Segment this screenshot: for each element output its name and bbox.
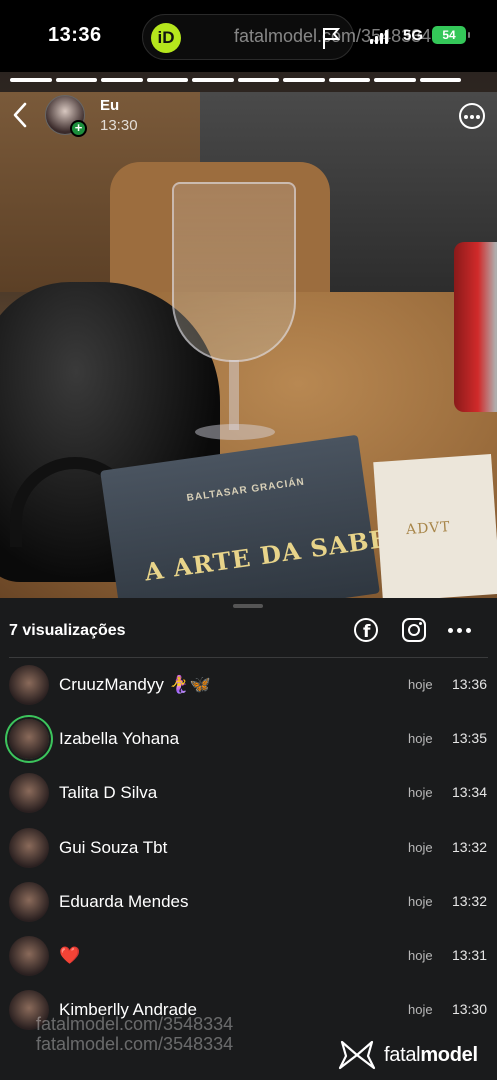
watermark-logo: fatalmodel bbox=[338, 1040, 478, 1070]
add-story-icon[interactable]: + bbox=[70, 120, 87, 137]
viewer-day: hoje bbox=[408, 839, 433, 855]
viewers-sheet: 7 visualizações f CruuzMandyy 🧜‍♀️🦋 hoje 1… bbox=[0, 598, 497, 1080]
viewer-avatar[interactable] bbox=[9, 719, 49, 760]
progress-segment bbox=[101, 78, 143, 82]
napkin-logo-text: ADVT bbox=[405, 519, 452, 539]
viewer-avatar[interactable] bbox=[9, 665, 49, 705]
photo-napkin: ADVT bbox=[373, 454, 497, 598]
app-badge-icon: iD bbox=[151, 23, 181, 53]
story-username: Eu bbox=[100, 97, 120, 114]
viewer-name: Izabella Yohana bbox=[59, 729, 180, 749]
viewer-day: hoje bbox=[408, 677, 433, 692]
viewer-name: ❤️ bbox=[59, 945, 81, 965]
viewer-time: 13:32 bbox=[451, 892, 487, 909]
progress-segment bbox=[419, 78, 461, 82]
sheet-grab-handle[interactable] bbox=[233, 604, 263, 608]
progress-segment bbox=[328, 78, 370, 82]
viewer-list: CruuzMandyy 🧜‍♀️🦋 hoje 13:36 Izabella Yohan… bbox=[0, 658, 497, 1037]
viewer-row[interactable]: Izabella Yohana hoje 13:35 bbox=[0, 712, 497, 766]
story-options-icon[interactable] bbox=[459, 103, 485, 129]
instagram-share-icon[interactable] bbox=[402, 618, 426, 642]
viewer-time: 13:32 bbox=[451, 838, 487, 855]
viewer-day: hoje bbox=[408, 785, 433, 801]
back-chevron-icon[interactable] bbox=[8, 100, 32, 130]
viewer-day: hoje bbox=[408, 1002, 433, 1018]
viewer-day: hoje bbox=[408, 893, 433, 909]
story-photo[interactable]: BALTASAR GRACIÁN A ARTE DA SABEDORIA ADV… bbox=[0, 72, 497, 598]
story-timestamp: 13:30 bbox=[100, 117, 138, 134]
book-author: BALTASAR GRACIÁN bbox=[186, 476, 306, 505]
viewer-name: CruuzMandyy 🧜‍♀️🦋 bbox=[59, 675, 211, 694]
watermark-url-bottom-shadow: fatalmodel.com/3548334 bbox=[36, 1034, 234, 1054]
battery-icon: 54 bbox=[432, 26, 470, 44]
viewer-time: 13:31 bbox=[451, 946, 487, 963]
story-progress-bar bbox=[10, 78, 461, 82]
photo-soda-can bbox=[454, 242, 497, 412]
viewer-row[interactable]: ❤️ hoje 13:31 bbox=[0, 929, 497, 983]
viewer-name: Gui Souza Tbt bbox=[59, 837, 168, 857]
progress-segment bbox=[192, 78, 234, 82]
viewer-day: hoje bbox=[408, 731, 433, 747]
photo-glass-stem bbox=[229, 360, 239, 430]
viewer-time: 13:36 bbox=[451, 676, 487, 692]
signal-icon bbox=[370, 30, 388, 44]
viewer-day: hoje bbox=[408, 947, 433, 963]
viewer-name: Talita D Silva bbox=[59, 783, 158, 803]
status-bar: 13:36 iD fatalmodel.com/3548334 5G 54 bbox=[0, 0, 497, 72]
progress-segment bbox=[146, 78, 188, 82]
progress-segment bbox=[10, 78, 52, 82]
progress-segment bbox=[237, 78, 279, 82]
network-label: 5G bbox=[403, 27, 424, 44]
progress-segment bbox=[55, 78, 97, 82]
viewer-avatar[interactable] bbox=[9, 881, 49, 922]
views-count-label: 7 visualizações bbox=[9, 622, 126, 639]
viewer-time: 13:35 bbox=[451, 730, 487, 747]
viewer-time: 13:34 bbox=[451, 784, 487, 801]
watermark-url-top: fatalmodel.com/3548334 bbox=[234, 26, 432, 46]
watermark-url-bottom: fatalmodel.com/3548334 bbox=[36, 1014, 234, 1034]
viewer-row[interactable]: Talita D Silva hoje 13:34 bbox=[0, 766, 497, 820]
photo-glass-foot bbox=[195, 424, 275, 440]
viewer-avatar[interactable] bbox=[9, 935, 49, 976]
facebook-share-icon[interactable]: f bbox=[354, 618, 378, 642]
more-options-icon[interactable] bbox=[448, 628, 472, 634]
butterfly-logo-icon bbox=[338, 1040, 376, 1070]
story-header: + Eu 13:30 bbox=[0, 94, 497, 138]
status-time: 13:36 bbox=[48, 24, 102, 46]
viewer-time: 13:30 bbox=[451, 1001, 487, 1018]
viewer-row[interactable]: CruuzMandyy 🧜‍♀️🦋 hoje 13:36 bbox=[0, 658, 497, 712]
viewer-row[interactable]: Gui Souza Tbt hoje 13:32 bbox=[0, 821, 497, 875]
viewer-avatar[interactable] bbox=[9, 827, 49, 868]
viewer-row[interactable]: Eduarda Mendes hoje 13:32 bbox=[0, 875, 497, 929]
progress-segment bbox=[374, 78, 416, 82]
viewer-name: Eduarda Mendes bbox=[59, 891, 189, 911]
viewer-avatar[interactable] bbox=[9, 773, 49, 814]
progress-segment bbox=[283, 78, 325, 82]
watermark-logo-text: fatalmodel bbox=[384, 1043, 478, 1066]
photo-wine-glass bbox=[172, 182, 296, 362]
